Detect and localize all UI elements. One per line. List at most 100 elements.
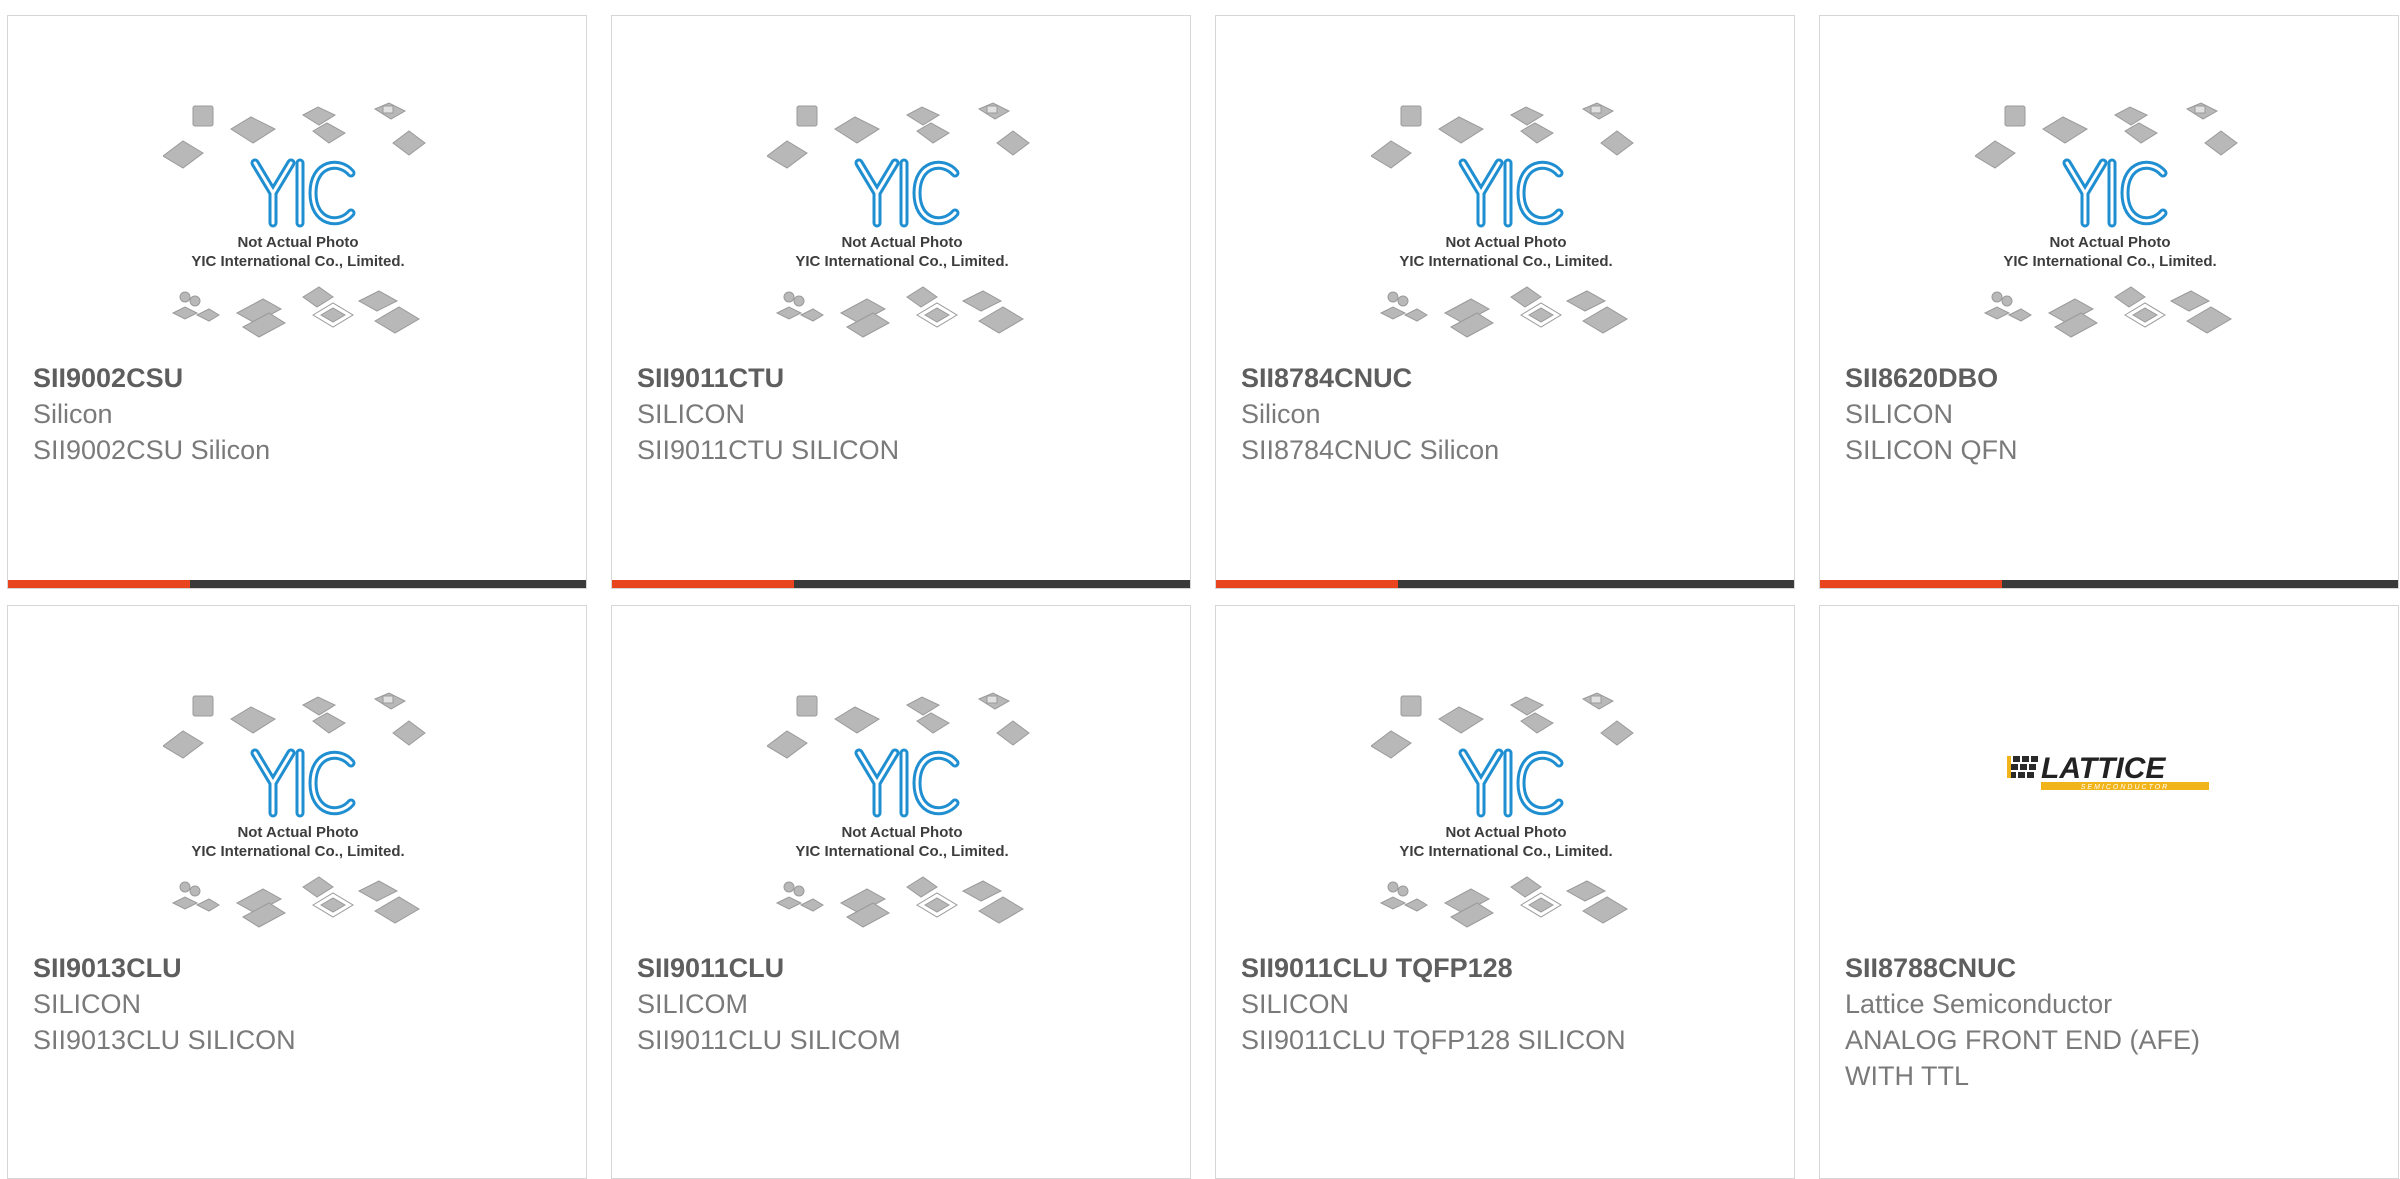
yic-company-caption: YIC International Co., Limited. [795, 843, 1008, 860]
description: SII9011CTU SILICON [637, 435, 900, 465]
bar-accent [612, 580, 794, 588]
product-image[interactable]: Not Actual Photo YIC International Co., … [1975, 101, 2245, 361]
card-progress-bar [1216, 580, 1794, 588]
not-actual-photo-caption: Not Actual Photo [237, 234, 358, 251]
lattice-wordmark: LATTICE [2041, 752, 2166, 785]
description: ANALOG FRONT END (AFE) WITH TTL [1845, 1025, 2201, 1091]
product-grid: Not Actual Photo YIC International Co., … [7, 15, 2399, 1179]
chip-package-icons-top [1975, 102, 2238, 169]
chip-package-icons-top [767, 692, 1030, 759]
lattice-logo: LATTICE SEMICONDUCTOR [2007, 752, 2209, 791]
chip-package-icons-bottom [775, 286, 1024, 338]
product-info: SII9011CTU SILICON SII9011CTU SILICON [637, 360, 1165, 468]
yic-company-caption: YIC International Co., Limited. [191, 843, 404, 860]
yic-logo-icon [2062, 158, 2168, 228]
bar-accent [1216, 580, 1398, 588]
part-number[interactable]: SII8788CNUC [1845, 950, 2373, 986]
not-actual-photo-caption: Not Actual Photo [841, 824, 962, 841]
part-number[interactable]: SII9011CTU [637, 360, 1165, 396]
manufacturer: SILICON [637, 399, 746, 429]
manufacturer: Silicon [33, 399, 113, 429]
part-number[interactable]: SII9011CLU [637, 950, 1165, 986]
not-actual-photo-caption: Not Actual Photo [2049, 234, 2170, 251]
product-info: SII9011CLU TQFP128 SILICON SII9011CLU TQ… [1241, 950, 1769, 1058]
description: SII9011CLU TQFP128 SILICON [1241, 1025, 1626, 1055]
not-actual-photo-caption: Not Actual Photo [841, 234, 962, 251]
chip-package-icons-bottom [1379, 876, 1628, 928]
card-progress-bar [1820, 580, 2398, 588]
description: SII9013CLU SILICON [33, 1025, 296, 1055]
chip-package-icons-top [1371, 692, 1634, 759]
yic-logo-icon [1458, 158, 1564, 228]
product-card[interactable]: Not Actual Photo YIC International Co., … [1215, 605, 1795, 1179]
yic-placeholder-image: Not Actual Photo YIC International Co., … [1371, 102, 1634, 338]
yic-company-caption: YIC International Co., Limited. [1399, 843, 1612, 860]
product-image[interactable]: Not Actual Photo YIC International Co., … [1371, 101, 1641, 361]
chip-package-icons-bottom [171, 286, 420, 338]
chip-package-icons-top [1371, 102, 1634, 169]
description: SILICON QFN [1845, 435, 2018, 465]
yic-company-caption: YIC International Co., Limited. [2003, 253, 2216, 270]
manufacturer: SILICON [1241, 989, 1350, 1019]
yic-logo-icon [854, 158, 960, 228]
product-image[interactable]: Not Actual Photo YIC International Co., … [163, 691, 433, 951]
chip-package-icons-bottom [775, 876, 1024, 928]
not-actual-photo-caption: Not Actual Photo [1445, 824, 1566, 841]
part-number[interactable]: SII9013CLU [33, 950, 561, 986]
product-card[interactable]: Not Actual Photo YIC International Co., … [1215, 15, 1795, 589]
lattice-grid-icon [2009, 756, 2038, 778]
yic-placeholder-image: Not Actual Photo YIC International Co., … [163, 692, 426, 928]
yic-logo-icon [1458, 748, 1564, 818]
chip-package-icons-top [163, 692, 426, 759]
product-card[interactable]: Not Actual Photo YIC International Co., … [7, 605, 587, 1179]
manufacturer: Lattice Semiconductor [1845, 989, 2113, 1019]
card-progress-bar [8, 580, 586, 588]
product-info: SII8620DBO SILICON SILICON QFN [1845, 360, 2373, 468]
product-card[interactable]: Not Actual Photo YIC International Co., … [7, 15, 587, 589]
yic-placeholder-image: Not Actual Photo YIC International Co., … [767, 692, 1030, 928]
yic-company-caption: YIC International Co., Limited. [795, 253, 1008, 270]
yic-placeholder-image: Not Actual Photo YIC International Co., … [767, 102, 1030, 338]
part-number[interactable]: SII9002CSU [33, 360, 561, 396]
description: SII9011CLU SILICOM [637, 1025, 901, 1055]
product-image[interactable]: Not Actual Photo YIC International Co., … [1371, 691, 1641, 951]
product-card[interactable]: LATTICE SEMICONDUCTOR SII8788CNUC Lattic… [1819, 605, 2399, 1179]
product-info: SII8784CNUC Silicon SII8784CNUC Silicon [1241, 360, 1769, 468]
yic-logo-icon [250, 158, 356, 228]
yic-company-caption: YIC International Co., Limited. [1399, 253, 1612, 270]
manufacturer: SILICOM [637, 989, 749, 1019]
product-image[interactable]: Not Actual Photo YIC International Co., … [767, 691, 1037, 951]
product-info: SII9013CLU SILICON SII9013CLU SILICON [33, 950, 561, 1058]
yic-company-caption: YIC International Co., Limited. [191, 253, 404, 270]
product-info: SII9002CSU Silicon SII9002CSU Silicon [33, 360, 561, 468]
product-card[interactable]: Not Actual Photo YIC International Co., … [1819, 15, 2399, 589]
product-info: SII9011CLU SILICOM SII9011CLU SILICOM [637, 950, 1165, 1058]
yic-logo-icon [854, 748, 960, 818]
product-card[interactable]: Not Actual Photo YIC International Co., … [611, 605, 1191, 1179]
description: SII8784CNUC Silicon [1241, 435, 1500, 465]
yic-placeholder-image: Not Actual Photo YIC International Co., … [1975, 102, 2238, 338]
yic-placeholder-image: Not Actual Photo YIC International Co., … [1371, 692, 1634, 928]
description: SII9002CSU Silicon [33, 435, 271, 465]
lattice-logo-image[interactable]: LATTICE SEMICONDUCTOR [2007, 748, 2213, 798]
part-number[interactable]: SII9011CLU TQFP128 [1241, 950, 1769, 986]
chip-package-icons-bottom [1983, 286, 2232, 338]
manufacturer: Silicon [1241, 399, 1321, 429]
yic-logo-icon [250, 748, 356, 818]
not-actual-photo-caption: Not Actual Photo [237, 824, 358, 841]
chip-package-icons-bottom [1379, 286, 1628, 338]
part-number[interactable]: SII8620DBO [1845, 360, 2373, 396]
bar-accent [1820, 580, 2002, 588]
product-info: SII8788CNUC Lattice Semiconductor ANALOG… [1845, 950, 2373, 1094]
product-image[interactable]: Not Actual Photo YIC International Co., … [767, 101, 1037, 361]
product-card[interactable]: Not Actual Photo YIC International Co., … [611, 15, 1191, 589]
card-progress-bar [612, 580, 1190, 588]
chip-package-icons-top [767, 102, 1030, 169]
product-image[interactable]: Not Actual Photo YIC International Co., … [163, 101, 433, 361]
part-number[interactable]: SII8784CNUC [1241, 360, 1769, 396]
manufacturer: SILICON [33, 989, 142, 1019]
not-actual-photo-caption: Not Actual Photo [1445, 234, 1566, 251]
chip-package-icons-top [163, 102, 426, 169]
yic-placeholder-image: Not Actual Photo YIC International Co., … [163, 102, 426, 338]
chip-package-icons-bottom [171, 876, 420, 928]
